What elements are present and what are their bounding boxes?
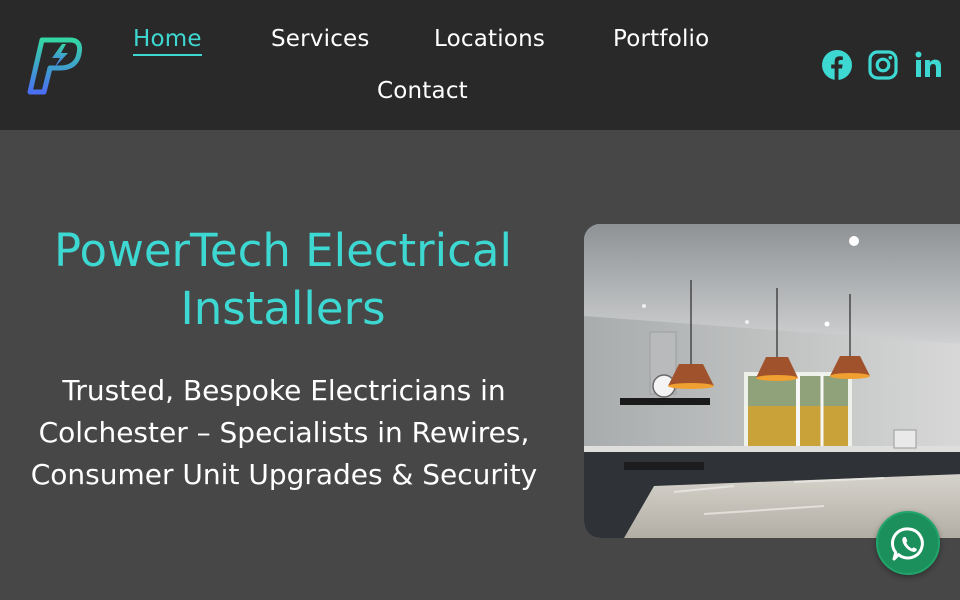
nav-portfolio[interactable]: Portfolio xyxy=(613,25,709,53)
kitchen-pendant-lights-photo xyxy=(584,224,960,538)
hero-section: PowerTech Electrical Installers Trusted,… xyxy=(0,130,960,600)
hero-title: PowerTech Electrical Installers xyxy=(54,224,512,335)
whatsapp-button[interactable] xyxy=(876,511,940,575)
linkedin-link[interactable] xyxy=(913,49,945,81)
nav-services[interactable]: Services xyxy=(271,25,370,53)
lightning-p-logo-icon xyxy=(27,37,83,95)
facebook-link[interactable] xyxy=(821,49,853,81)
nav-contact[interactable]: Contact xyxy=(377,77,468,105)
hero-subtitle: Trusted, Bespoke Electricians in Colches… xyxy=(30,374,538,491)
nav-home[interactable]: Home xyxy=(133,25,202,56)
linkedin-icon xyxy=(915,51,941,77)
facebook-icon xyxy=(822,50,852,80)
nav-locations[interactable]: Locations xyxy=(434,25,545,53)
instagram-link[interactable] xyxy=(867,49,899,81)
instagram-icon xyxy=(868,50,898,80)
logo-link[interactable] xyxy=(26,34,84,96)
whatsapp-icon xyxy=(890,527,924,561)
site-header: Home Services Locations Portfolio Contac… xyxy=(0,0,960,130)
